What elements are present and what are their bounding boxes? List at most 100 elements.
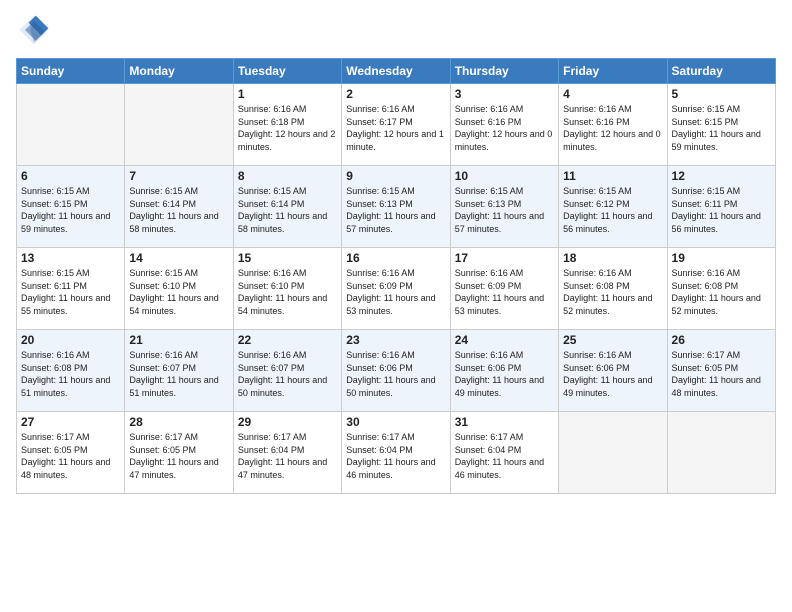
day-number: 9 (346, 169, 445, 183)
day-info: Sunrise: 6:16 AMSunset: 6:08 PMDaylight:… (563, 267, 662, 317)
day-number: 5 (672, 87, 771, 101)
day-number: 27 (21, 415, 120, 429)
day-info: Sunrise: 6:15 AMSunset: 6:13 PMDaylight:… (455, 185, 554, 235)
day-number: 22 (238, 333, 337, 347)
day-info: Sunrise: 6:17 AMSunset: 6:04 PMDaylight:… (455, 431, 554, 481)
calendar-day-cell: 16 Sunrise: 6:16 AMSunset: 6:09 PMDayligh… (342, 248, 450, 330)
calendar-day-cell: 22 Sunrise: 6:16 AMSunset: 6:07 PMDayligh… (233, 330, 341, 412)
day-number: 1 (238, 87, 337, 101)
calendar-week-row: 20Sunrise: 6:16 AMSunset: 6:08 PMDayligh… (17, 330, 776, 412)
calendar-header-tuesday: Tuesday (233, 59, 341, 84)
calendar-table: SundayMondayTuesdayWednesdayThursdayFrid… (16, 58, 776, 494)
calendar-day-cell (17, 84, 125, 166)
main-container: SundayMondayTuesdayWednesdayThursdayFrid… (0, 0, 792, 502)
day-number: 30 (346, 415, 445, 429)
calendar-day-cell: 10Sunrise: 6:15 AMSunset: 6:13 PMDayligh… (450, 166, 558, 248)
calendar-day-cell: 21 Sunrise: 6:16 AMSunset: 6:07 PMDayligh… (125, 330, 233, 412)
calendar-day-cell: 30 Sunrise: 6:17 AMSunset: 6:04 PMDayligh… (342, 412, 450, 494)
day-info: Sunrise: 6:15 AMSunset: 6:13 PMDaylight:… (346, 185, 445, 235)
day-number: 17 (455, 251, 554, 265)
day-number: 12 (672, 169, 771, 183)
calendar-day-cell: 11 Sunrise: 6:15 AMSunset: 6:12 PMDayligh… (559, 166, 667, 248)
calendar-week-row: 6 Sunrise: 6:15 AMSunset: 6:15 PMDaylight… (17, 166, 776, 248)
logo (16, 12, 56, 48)
calendar-day-cell: 18 Sunrise: 6:16 AMSunset: 6:08 PMDayligh… (559, 248, 667, 330)
logo-icon (16, 12, 52, 48)
calendar-header-wednesday: Wednesday (342, 59, 450, 84)
day-number: 14 (129, 251, 228, 265)
day-number: 26 (672, 333, 771, 347)
day-info: Sunrise: 6:16 AMSunset: 6:06 PMDaylight:… (455, 349, 554, 399)
day-number: 6 (21, 169, 120, 183)
day-info: Sunrise: 6:15 AMSunset: 6:15 PMDaylight:… (21, 185, 120, 235)
day-info: Sunrise: 6:16 AMSunset: 6:16 PMDaylight:… (563, 103, 662, 153)
day-info: Sunrise: 6:15 AMSunset: 6:11 PMDaylight:… (21, 267, 120, 317)
day-number: 11 (563, 169, 662, 183)
calendar-week-row: 1Sunrise: 6:16 AMSunset: 6:18 PMDaylight… (17, 84, 776, 166)
calendar-day-cell (559, 412, 667, 494)
day-info: Sunrise: 6:17 AMSunset: 6:04 PMDaylight:… (346, 431, 445, 481)
day-number: 16 (346, 251, 445, 265)
calendar-day-cell: 1Sunrise: 6:16 AMSunset: 6:18 PMDaylight… (233, 84, 341, 166)
day-info: Sunrise: 6:17 AMSunset: 6:05 PMDaylight:… (129, 431, 228, 481)
day-info: Sunrise: 6:16 AMSunset: 6:10 PMDaylight:… (238, 267, 337, 317)
calendar-day-cell: 2Sunrise: 6:16 AMSunset: 6:17 PMDaylight… (342, 84, 450, 166)
header (16, 12, 776, 48)
day-info: Sunrise: 6:15 AMSunset: 6:12 PMDaylight:… (563, 185, 662, 235)
calendar-week-row: 13 Sunrise: 6:15 AMSunset: 6:11 PMDayligh… (17, 248, 776, 330)
day-info: Sunrise: 6:17 AMSunset: 6:05 PMDaylight:… (672, 349, 771, 399)
day-info: Sunrise: 6:15 AMSunset: 6:11 PMDaylight:… (672, 185, 771, 235)
calendar-header-friday: Friday (559, 59, 667, 84)
calendar-day-cell: 6 Sunrise: 6:15 AMSunset: 6:15 PMDaylight… (17, 166, 125, 248)
day-info: Sunrise: 6:15 AMSunset: 6:15 PMDaylight:… (672, 103, 771, 153)
day-number: 4 (563, 87, 662, 101)
calendar-day-cell: 31 Sunrise: 6:17 AMSunset: 6:04 PMDayligh… (450, 412, 558, 494)
calendar-day-cell: 8Sunrise: 6:15 AMSunset: 6:14 PMDaylight… (233, 166, 341, 248)
calendar-day-cell (125, 84, 233, 166)
day-number: 28 (129, 415, 228, 429)
day-number: 31 (455, 415, 554, 429)
day-info: Sunrise: 6:16 AMSunset: 6:09 PMDaylight:… (346, 267, 445, 317)
day-number: 3 (455, 87, 554, 101)
calendar-day-cell: 24 Sunrise: 6:16 AMSunset: 6:06 PMDayligh… (450, 330, 558, 412)
day-number: 29 (238, 415, 337, 429)
day-number: 21 (129, 333, 228, 347)
day-number: 8 (238, 169, 337, 183)
day-info: Sunrise: 6:17 AMSunset: 6:04 PMDaylight:… (238, 431, 337, 481)
calendar-header-monday: Monday (125, 59, 233, 84)
day-info: Sunrise: 6:17 AMSunset: 6:05 PMDaylight:… (21, 431, 120, 481)
calendar-day-cell: 4 Sunrise: 6:16 AMSunset: 6:16 PMDaylight… (559, 84, 667, 166)
day-number: 18 (563, 251, 662, 265)
calendar-day-cell: 20Sunrise: 6:16 AMSunset: 6:08 PMDayligh… (17, 330, 125, 412)
day-number: 23 (346, 333, 445, 347)
calendar-day-cell: 28 Sunrise: 6:17 AMSunset: 6:05 PMDayligh… (125, 412, 233, 494)
day-info: Sunrise: 6:16 AMSunset: 6:16 PMDaylight:… (455, 103, 554, 153)
day-info: Sunrise: 6:16 AMSunset: 6:07 PMDaylight:… (129, 349, 228, 399)
day-number: 7 (129, 169, 228, 183)
calendar-day-cell: 26 Sunrise: 6:17 AMSunset: 6:05 PMDayligh… (667, 330, 775, 412)
calendar-day-cell (667, 412, 775, 494)
day-info: Sunrise: 6:15 AMSunset: 6:10 PMDaylight:… (129, 267, 228, 317)
day-info: Sunrise: 6:16 AMSunset: 6:08 PMDaylight:… (672, 267, 771, 317)
day-info: Sunrise: 6:16 AMSunset: 6:07 PMDaylight:… (238, 349, 337, 399)
day-number: 2 (346, 87, 445, 101)
calendar-day-cell: 13 Sunrise: 6:15 AMSunset: 6:11 PMDayligh… (17, 248, 125, 330)
calendar-day-cell: 23Sunrise: 6:16 AMSunset: 6:06 PMDayligh… (342, 330, 450, 412)
day-number: 24 (455, 333, 554, 347)
day-info: Sunrise: 6:16 AMSunset: 6:06 PMDaylight:… (563, 349, 662, 399)
day-number: 25 (563, 333, 662, 347)
calendar-day-cell: 9 Sunrise: 6:15 AMSunset: 6:13 PMDaylight… (342, 166, 450, 248)
day-number: 19 (672, 251, 771, 265)
calendar-week-row: 27 Sunrise: 6:17 AMSunset: 6:05 PMDayligh… (17, 412, 776, 494)
calendar-day-cell: 15Sunrise: 6:16 AMSunset: 6:10 PMDayligh… (233, 248, 341, 330)
calendar-day-cell: 25 Sunrise: 6:16 AMSunset: 6:06 PMDayligh… (559, 330, 667, 412)
calendar-day-cell: 19 Sunrise: 6:16 AMSunset: 6:08 PMDayligh… (667, 248, 775, 330)
calendar-header-saturday: Saturday (667, 59, 775, 84)
calendar-header-row: SundayMondayTuesdayWednesdayThursdayFrid… (17, 59, 776, 84)
day-info: Sunrise: 6:15 AMSunset: 6:14 PMDaylight:… (129, 185, 228, 235)
calendar-header-sunday: Sunday (17, 59, 125, 84)
calendar-day-cell: 17 Sunrise: 6:16 AMSunset: 6:09 PMDayligh… (450, 248, 558, 330)
day-info: Sunrise: 6:16 AMSunset: 6:09 PMDaylight:… (455, 267, 554, 317)
day-number: 13 (21, 251, 120, 265)
calendar-day-cell: 7 Sunrise: 6:15 AMSunset: 6:14 PMDaylight… (125, 166, 233, 248)
